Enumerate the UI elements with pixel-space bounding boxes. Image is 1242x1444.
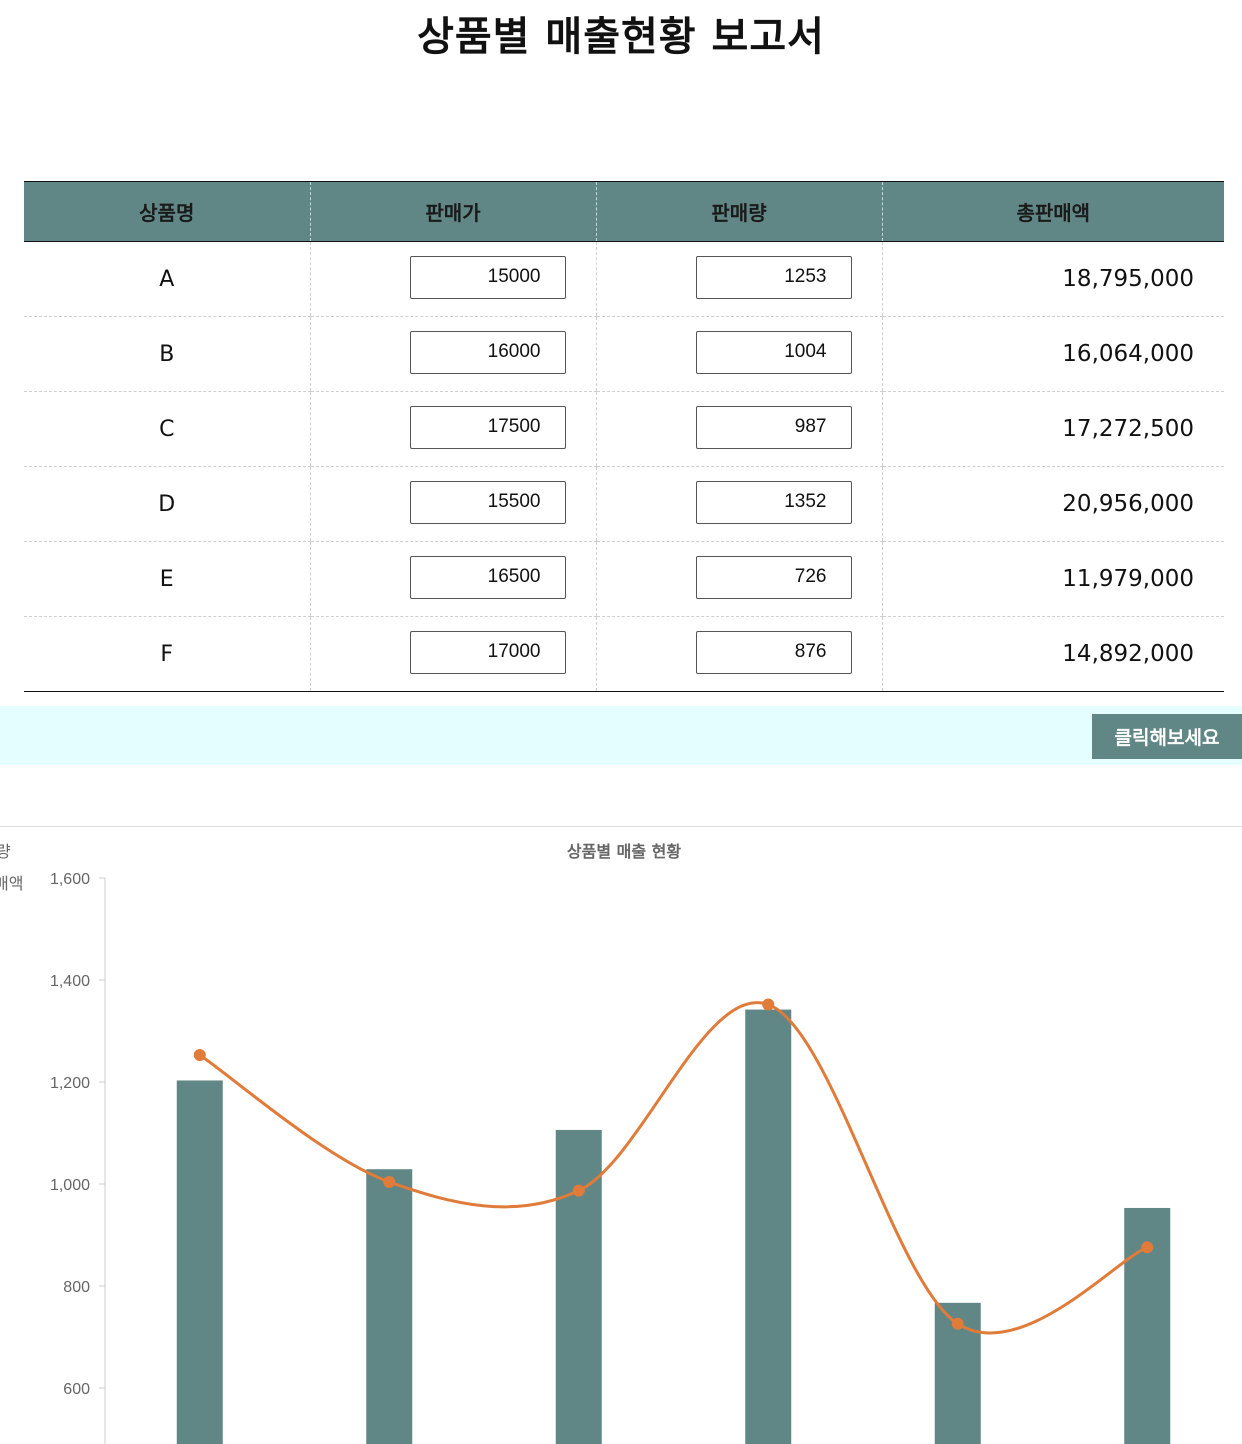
table-header-row: 상품명 판매가 판매량 총판매액 xyxy=(24,181,1224,242)
bar-D xyxy=(745,1009,792,1444)
quantity-input[interactable] xyxy=(695,330,852,374)
legend-item: 량 xyxy=(0,842,11,861)
price-cell xyxy=(309,616,596,692)
bar-C xyxy=(555,1129,602,1444)
product-name-cell: A xyxy=(24,241,310,317)
table-row: B 16,064,000 xyxy=(24,316,1224,392)
quantity-point-A xyxy=(193,1048,206,1061)
product-name-cell: C xyxy=(24,391,310,467)
quantity-input[interactable] xyxy=(695,555,852,599)
product-name-cell: D xyxy=(24,466,310,542)
quantity-point-C xyxy=(572,1184,585,1197)
sales-chart: 상품별 매출 현황 량매액 1,600 1,400 1,200 1,000 800 600 xyxy=(0,826,1242,1444)
chart-title: 상품별 매출 현황 xyxy=(567,842,681,861)
table-row: A 18,795,000 xyxy=(24,241,1224,317)
price-input[interactable] xyxy=(409,630,566,674)
bar-A xyxy=(176,1080,223,1444)
total-cell: 14,892,000 xyxy=(881,616,1224,692)
price-cell xyxy=(309,391,596,467)
total-cell: 11,979,000 xyxy=(881,541,1224,617)
price-input[interactable] xyxy=(409,330,566,374)
y-tick-label: 1,600 xyxy=(50,871,90,888)
product-name-cell: B xyxy=(24,316,310,392)
header-total: 총판매액 xyxy=(881,181,1224,242)
legend-item: 매액 xyxy=(0,874,23,893)
price-input[interactable] xyxy=(409,255,566,299)
price-input[interactable] xyxy=(409,555,566,599)
price-input[interactable] xyxy=(409,405,566,449)
price-cell xyxy=(309,466,596,542)
bar-B xyxy=(366,1169,413,1444)
click-me-button[interactable]: 클릭해보세요 xyxy=(1092,714,1242,759)
product-name-cell: E xyxy=(24,541,310,617)
product-name-cell: F xyxy=(24,616,310,692)
price-cell xyxy=(309,316,596,392)
quantity-input[interactable] xyxy=(695,255,852,299)
table-row: F 14,892,000 xyxy=(24,616,1224,692)
quantity-point-E xyxy=(951,1317,964,1330)
action-bar: 클릭해보세요 xyxy=(0,706,1242,765)
quantity-cell xyxy=(595,466,882,542)
y-tick-label: 800 xyxy=(63,1279,90,1296)
header-quantity: 판매량 xyxy=(595,181,882,242)
table-row: C 17,272,500 xyxy=(24,391,1224,467)
price-cell xyxy=(309,241,596,317)
total-cell: 18,795,000 xyxy=(881,241,1224,317)
quantity-input[interactable] xyxy=(695,630,852,674)
price-input[interactable] xyxy=(409,480,566,524)
quantity-cell xyxy=(595,616,882,692)
quantity-cell xyxy=(595,241,882,317)
page-title: 상품별 매출현황 보고서 xyxy=(417,14,825,60)
y-tick-label: 1,000 xyxy=(50,1177,90,1194)
y-tick-label: 1,400 xyxy=(50,973,90,990)
quantity-input[interactable] xyxy=(695,480,852,524)
table-row: E 11,979,000 xyxy=(24,541,1224,617)
quantity-point-F xyxy=(1141,1241,1154,1254)
quantity-line xyxy=(198,1001,1148,1335)
quantity-cell xyxy=(595,541,882,617)
total-cell: 16,064,000 xyxy=(881,316,1224,392)
price-cell xyxy=(309,541,596,617)
sales-table: 상품명 판매가 판매량 총판매액 A 18,795,000 B 16,064,0… xyxy=(24,181,1224,692)
y-tick-label: 1,200 xyxy=(50,1075,90,1092)
quantity-cell xyxy=(595,316,882,392)
header-product-name: 상품명 xyxy=(24,181,310,242)
total-cell: 20,956,000 xyxy=(881,466,1224,542)
quantity-point-B xyxy=(383,1175,396,1188)
quantity-input[interactable] xyxy=(695,405,852,449)
quantity-point-D xyxy=(762,998,775,1011)
y-tick-label: 600 xyxy=(63,1381,90,1398)
header-price: 판매가 xyxy=(309,181,596,242)
total-cell: 17,272,500 xyxy=(881,391,1224,467)
table-row: D 20,956,000 xyxy=(24,466,1224,542)
quantity-cell xyxy=(595,391,882,467)
chart-canvas: 상품별 매출 현황 량매액 1,600 1,400 1,200 1,000 800 600 xyxy=(0,842,1171,1444)
